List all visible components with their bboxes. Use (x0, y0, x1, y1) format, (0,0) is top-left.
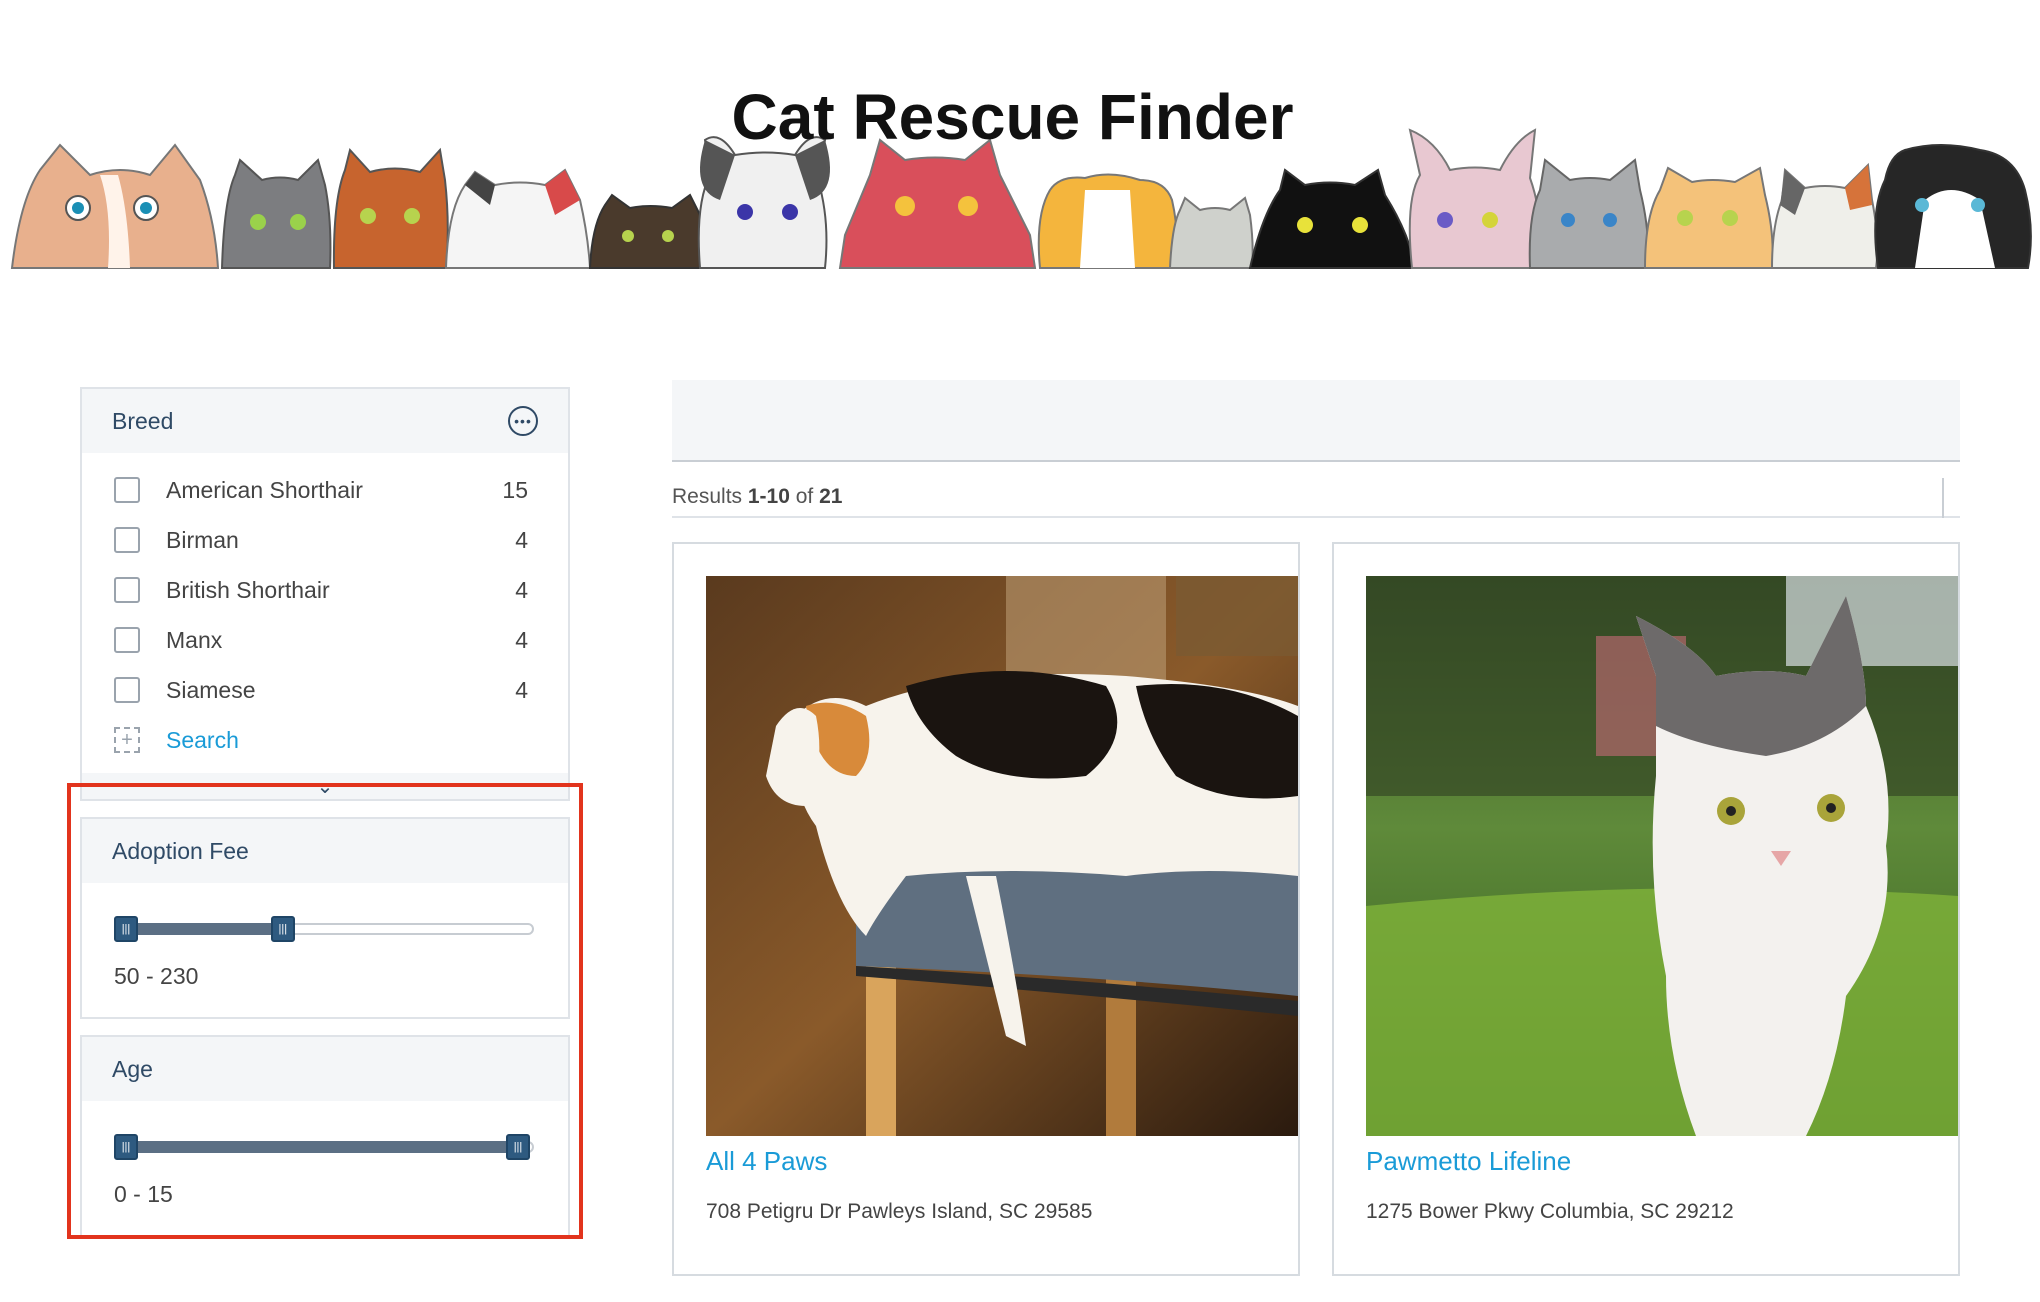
breed-option[interactable]: American Shorthair 15 (82, 465, 568, 515)
results-toolbar (672, 380, 1960, 462)
age-facet: Age ||| ||| 0 - 15 (80, 1035, 570, 1237)
adoption-fee-facet: Adoption Fee ||| ||| 50 - 230 (80, 817, 570, 1019)
ellipsis-circle-icon[interactable]: ••• (508, 406, 538, 436)
adoption-fee-facet-header: Adoption Fee (82, 819, 568, 883)
age-facet-header: Age (82, 1037, 568, 1101)
chevron-down-icon: ⌄ (316, 775, 334, 798)
result-card[interactable]: All 4 Paws 708 Petigru Dr Pawleys Island… (672, 542, 1300, 1276)
rescue-name-link[interactable]: Pawmetto Lifeline (1366, 1146, 1571, 1177)
age-slider-fill (128, 1141, 520, 1153)
breed-option[interactable]: Siamese 4 (82, 665, 568, 715)
breed-label: Manx (166, 626, 223, 653)
filters-sidebar: Breed ••• American Shorthair 15 Birman 4… (80, 387, 570, 1237)
breed-label: American Shorthair (166, 476, 363, 503)
results-range: 1-10 (747, 485, 790, 508)
breed-option[interactable]: Manx 4 (82, 615, 568, 665)
results-summary: Results 1-10 of 21 (672, 478, 1960, 518)
age-slider[interactable]: ||| ||| (114, 1134, 534, 1160)
breed-checkbox[interactable] (114, 477, 140, 503)
age-min-handle[interactable]: ||| (114, 1134, 138, 1160)
breed-checkbox[interactable] (114, 527, 140, 553)
breed-option[interactable]: Birman 4 (82, 515, 568, 565)
breed-expand-toggle[interactable]: ⌄ (82, 773, 568, 799)
age-slider-area: ||| ||| 0 - 15 (82, 1101, 568, 1237)
breed-checkbox[interactable] (114, 627, 140, 653)
age-range-value: 0 - 15 (114, 1181, 173, 1207)
breed-facet-title: Breed (112, 407, 174, 434)
breed-count: 15 (502, 476, 528, 503)
breed-facet-header: Breed ••• (82, 389, 568, 453)
breed-checkbox[interactable] (114, 677, 140, 703)
age-max-handle[interactable]: ||| (506, 1134, 530, 1160)
age-title: Age (112, 1055, 153, 1082)
gray-white-kitten-photo[interactable] (1366, 576, 1958, 1136)
plus-icon: + (114, 727, 140, 753)
breed-search-link[interactable]: + Search (82, 715, 568, 765)
breed-count: 4 (515, 526, 528, 553)
adoption-fee-slider-area: ||| ||| 50 - 230 (82, 883, 568, 1019)
breed-label: British Shorthair (166, 576, 330, 603)
results-total: 21 (819, 485, 843, 508)
adoption-fee-max-handle[interactable]: ||| (270, 916, 295, 942)
adoption-fee-range-value: 50 - 230 (114, 963, 199, 989)
breed-option[interactable]: British Shorthair 4 (82, 565, 568, 615)
breed-count: 4 (515, 626, 528, 653)
breed-label: Siamese (166, 676, 256, 703)
rescue-name-link[interactable]: All 4 Paws (706, 1146, 827, 1177)
adoption-fee-min-handle[interactable]: ||| (114, 916, 138, 942)
results-prefix: Results (672, 485, 748, 508)
breed-checkbox[interactable] (114, 577, 140, 603)
breed-search-label: Search (166, 726, 239, 753)
page-title: Cat Rescue Finder (731, 81, 1294, 153)
adoption-fee-slider[interactable]: ||| ||| (114, 916, 534, 942)
breed-label: Birman (166, 526, 239, 553)
breed-count: 4 (515, 576, 528, 603)
adoption-fee-slider-fill (128, 923, 285, 935)
results-of: of (789, 485, 820, 508)
breed-count: 4 (515, 676, 528, 703)
calico-cat-photo[interactable] (706, 576, 1298, 1136)
result-card[interactable]: Pawmetto Lifeline 1275 Bower Pkwy Columb… (1332, 542, 1960, 1276)
breed-list: American Shorthair 15 Birman 4 British S… (82, 453, 568, 773)
rescue-address: 708 Petigru Dr Pawleys Island, SC 29585 (706, 1200, 1093, 1223)
header-banner: Cat Rescue Finder (0, 0, 2040, 280)
breed-facet: Breed ••• American Shorthair 15 Birman 4… (80, 387, 570, 801)
adoption-fee-title: Adoption Fee (112, 837, 249, 864)
divider (1942, 478, 1944, 518)
rescue-address: 1275 Bower Pkwy Columbia, SC 29212 (1366, 1200, 1734, 1223)
